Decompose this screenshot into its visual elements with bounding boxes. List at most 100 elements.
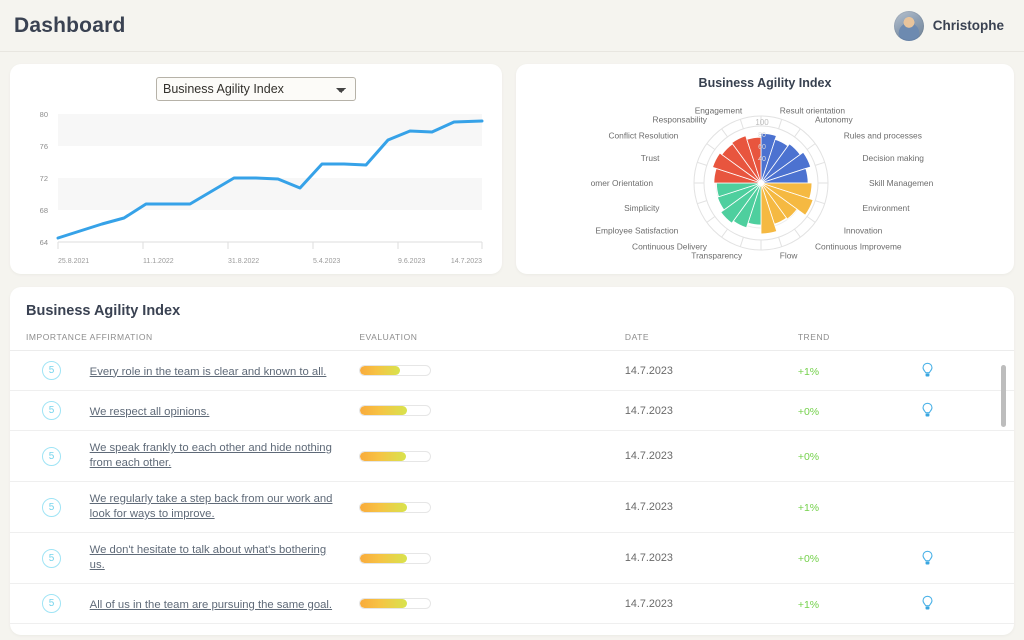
table-row[interactable]: 5 We speak frankly to each other and hide…: [10, 430, 1014, 482]
affirmations-table: IMPORTANCE AFFIRMATION EVALUATION DATE T…: [10, 332, 1014, 635]
radar-category-label: Employee Satisfaction: [595, 225, 678, 235]
scrollbar-thumb[interactable]: [1001, 365, 1006, 427]
radar-category-label: Conflict Resolution: [608, 131, 678, 141]
table-row[interactable]: 5 Every role in the team is clear and kno…: [10, 350, 1014, 391]
trend-value: +1%: [797, 365, 820, 378]
cell-action: [921, 623, 1014, 635]
avatar: [893, 10, 924, 41]
user-menu[interactable]: Christophe: [893, 10, 1004, 41]
trend-value: +0%: [797, 553, 820, 565]
svg-text:31.8.2022: 31.8.2022: [228, 258, 259, 265]
importance-badge: 5: [42, 401, 61, 420]
cell-importance: 5: [10, 430, 90, 482]
svg-text:14.7.2023: 14.7.2023: [451, 258, 482, 265]
trend-value: +0%: [797, 451, 820, 463]
cell-importance: 5: [10, 481, 90, 533]
cell-affirmation: Every role in the team is clear and know…: [89, 350, 360, 391]
col-importance: IMPORTANCE: [10, 332, 90, 351]
radar-category-label: Trust: [641, 153, 660, 163]
col-trend: TREND: [797, 332, 922, 351]
grid-band: [58, 178, 482, 210]
radar-scale-40: 40: [758, 156, 766, 163]
radar-category-label: Innovation: [844, 225, 883, 235]
radar-category-label: Decision making: [863, 153, 925, 163]
radar-category-label: Simplicity: [624, 203, 660, 213]
cell-evaluation: [359, 390, 625, 431]
metric-select[interactable]: Business Agility Index: [156, 77, 356, 101]
svg-text:80: 80: [40, 110, 48, 119]
line-chart: 80 76 72 68 64 25.8.2021 11.1.2022 31.8.…: [40, 110, 484, 265]
evaluation-bar: [359, 598, 432, 609]
evaluation-bar-fill: [360, 553, 407, 563]
col-affirmation: AFFIRMATION: [89, 332, 360, 351]
importance-badge: 5: [42, 548, 61, 568]
table-title: Business Agility Index: [26, 303, 181, 319]
cell-action: [921, 481, 1014, 533]
trend-value: +0%: [797, 405, 820, 418]
cell-affirmation: We regularly take a step back from our w…: [89, 481, 360, 533]
lightbulb-icon[interactable]: [921, 595, 934, 612]
table-row[interactable]: 5 We don't hesitate to talk about what's …: [10, 532, 1014, 584]
cell-action: [921, 583, 1014, 624]
table-row[interactable]: 5 We regularly take a step back from our …: [10, 481, 1014, 533]
importance-badge: 5: [42, 594, 61, 613]
affirmations-table-card: Business Agility Index IMPORTANCE AFFIRM…: [10, 287, 1014, 635]
affirmation-link[interactable]: We respect all opinions.: [90, 405, 210, 420]
evaluation-bar-fill: [360, 406, 408, 415]
table-row[interactable]: 4We're looking to get feedback from our …: [10, 623, 1014, 635]
cell-importance: 5: [10, 532, 90, 584]
svg-text:9.6.2023: 9.6.2023: [398, 258, 425, 265]
cell-importance: 4: [10, 623, 90, 635]
cell-evaluation: [359, 623, 625, 635]
top-row: Business Agility Index 80 76 72 68 64 25…: [10, 64, 1014, 274]
cell-importance: 5: [10, 390, 90, 431]
evaluation-bar: [359, 552, 432, 564]
cell-affirmation: All of us in the team are pursuing the s…: [89, 583, 360, 624]
cell-date: 14.7.2023: [624, 350, 798, 391]
evaluation-bar-fill: [360, 599, 408, 608]
cell-trend: -3%: [797, 623, 922, 635]
cell-trend: +1%: [797, 481, 922, 533]
evaluation-bar-fill: [360, 502, 407, 512]
trend-value: +1%: [797, 598, 820, 611]
importance-badge: 5: [42, 361, 61, 380]
page-title: Dashboard: [14, 13, 126, 37]
radar-scale-60: 60: [758, 144, 766, 151]
cell-date: 14.7.2023: [624, 390, 798, 431]
table-row[interactable]: 5 We respect all opinions. 14.7.2023 +0%: [10, 390, 1014, 431]
radar-category-label: Skill Managemen: [869, 178, 934, 188]
line-chart-card: Business Agility Index 80 76 72 68 64 25…: [10, 64, 502, 274]
affirmation-link[interactable]: We regularly take a step back from our w…: [90, 492, 342, 522]
radar-category-label: Responsability: [653, 114, 708, 124]
cell-trend: +0%: [797, 532, 922, 584]
radar-category-label: Environment: [863, 203, 911, 213]
cell-date: 14.7.2023: [624, 430, 798, 482]
table-row[interactable]: 5 All of us in the team are pursuing the …: [10, 583, 1014, 624]
cell-affirmation: We don't hesitate to talk about what's b…: [89, 532, 360, 584]
svg-text:68: 68: [40, 206, 48, 215]
cell-action: [921, 430, 1014, 482]
lightbulb-icon[interactable]: [921, 550, 934, 567]
cell-date: 14.7.2023: [624, 583, 798, 624]
importance-badge: 5: [42, 446, 61, 466]
affirmation-link[interactable]: We're looking to get feedback from our u…: [90, 634, 342, 635]
table-header-row: IMPORTANCE AFFIRMATION EVALUATION DATE T…: [10, 332, 1014, 351]
col-date: DATE: [624, 332, 798, 351]
top-header: Dashboard Christophe: [0, 0, 1024, 52]
cell-date: 14.7.2023: [624, 481, 798, 533]
affirmation-link[interactable]: We speak frankly to each other and hide …: [90, 441, 342, 471]
lightbulb-icon[interactable]: [921, 362, 934, 379]
cell-importance: 5: [10, 583, 90, 624]
affirmation-link[interactable]: All of us in the team are pursuing the s…: [90, 598, 332, 613]
radar-scale-80: 80: [758, 132, 766, 139]
radar-chart-card: Business Agility Index 100 80 60 40 Resu…: [516, 64, 1014, 274]
radar-category-label: Rules and processes: [844, 131, 922, 141]
metric-select-wrap: Business Agility Index: [10, 64, 502, 101]
cell-evaluation: [359, 481, 625, 533]
lightbulb-icon[interactable]: [921, 402, 934, 419]
affirmation-link[interactable]: We don't hesitate to talk about what's b…: [90, 543, 342, 573]
x-axis-labels: 25.8.2021 11.1.2022 31.8.2022 5.4.2023 9…: [58, 258, 482, 265]
evaluation-bar-fill: [360, 451, 406, 461]
affirmation-link[interactable]: Every role in the team is clear and know…: [90, 365, 327, 380]
table-scrollbar[interactable]: [1001, 325, 1010, 631]
